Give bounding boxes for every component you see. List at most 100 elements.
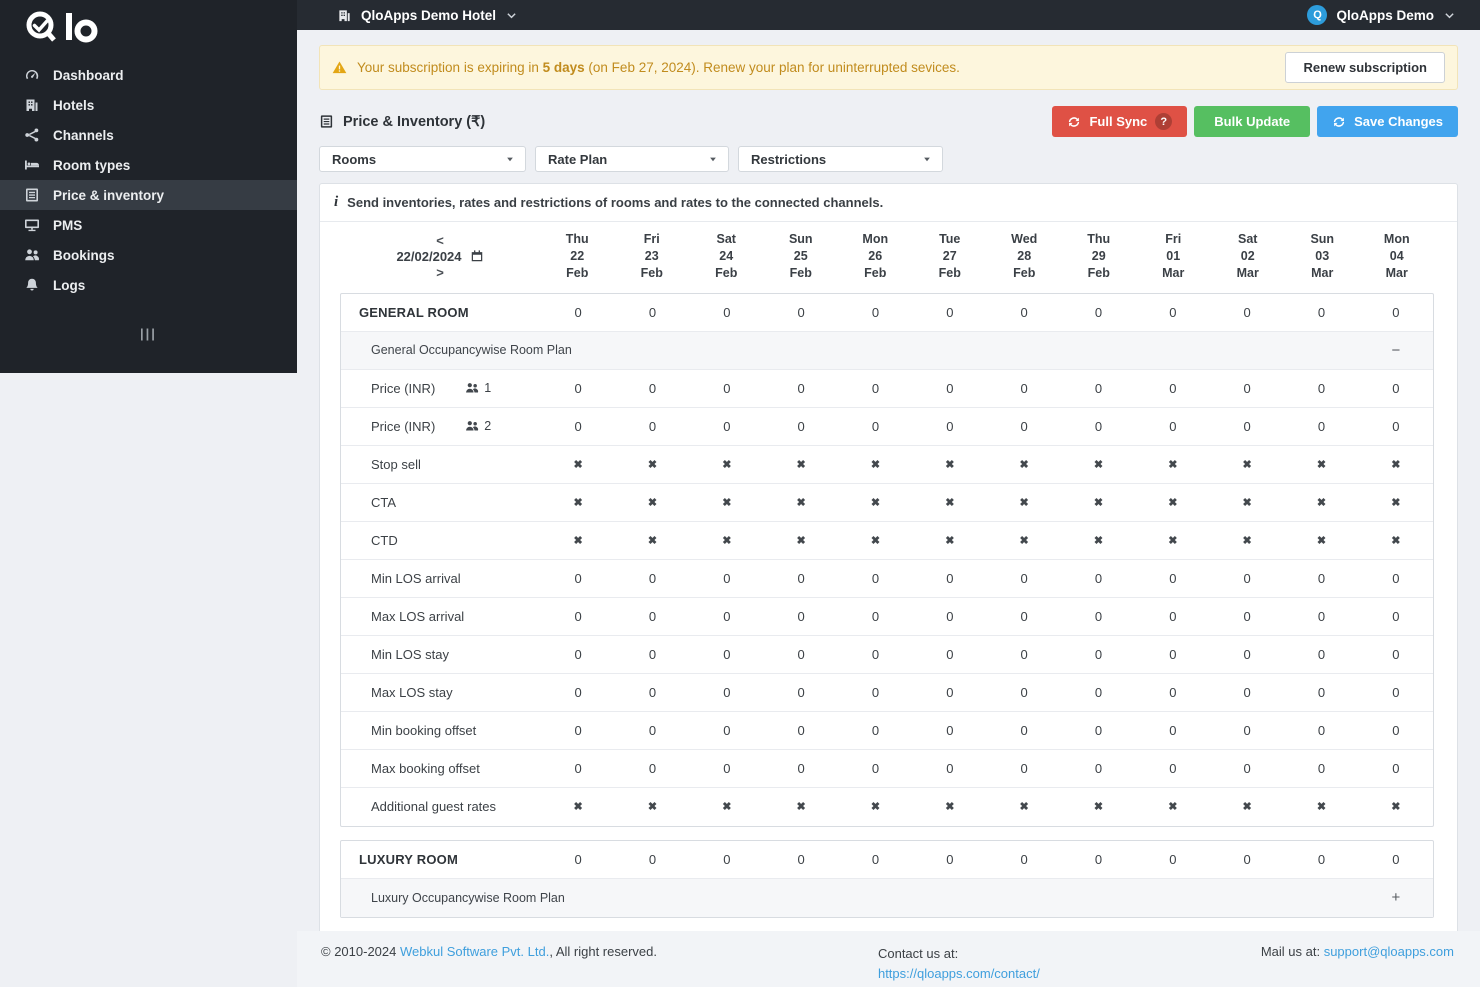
blocked-toggle-icon[interactable]: ✖	[764, 800, 838, 813]
sidebar-item-dashboard[interactable]: Dashboard	[0, 60, 297, 90]
value-cell[interactable]: 0	[541, 381, 615, 396]
qloapps-logo[interactable]	[0, 4, 297, 56]
sidebar-item-room-types[interactable]: Room types	[0, 150, 297, 180]
sidebar-item-hotels[interactable]: Hotels	[0, 90, 297, 120]
blocked-toggle-icon[interactable]: ✖	[690, 496, 764, 509]
blocked-toggle-icon[interactable]: ✖	[1359, 458, 1433, 471]
value-cell[interactable]: 0	[764, 685, 838, 700]
value-cell[interactable]: 0	[1210, 647, 1284, 662]
sidebar-item-bookings[interactable]: Bookings	[0, 240, 297, 270]
plan-toggle[interactable]: +	[1359, 889, 1433, 906]
value-cell[interactable]: 0	[913, 381, 987, 396]
blocked-toggle-icon[interactable]: ✖	[1061, 458, 1135, 471]
value-cell[interactable]: 0	[1136, 609, 1210, 624]
blocked-toggle-icon[interactable]: ✖	[615, 800, 689, 813]
inventory-cell[interactable]: 0	[1061, 305, 1135, 320]
value-cell[interactable]: 0	[764, 647, 838, 662]
blocked-toggle-icon[interactable]: ✖	[838, 800, 912, 813]
value-cell[interactable]: 0	[987, 419, 1061, 434]
blocked-toggle-icon[interactable]: ✖	[690, 458, 764, 471]
value-cell[interactable]: 0	[541, 609, 615, 624]
hotel-selector[interactable]: QloApps Demo Hotel	[337, 8, 518, 23]
value-cell[interactable]: 0	[615, 723, 689, 738]
blocked-toggle-icon[interactable]: ✖	[541, 800, 615, 813]
value-cell[interactable]: 0	[838, 571, 912, 586]
value-cell[interactable]: 0	[541, 761, 615, 776]
blocked-toggle-icon[interactable]: ✖	[615, 534, 689, 547]
value-cell[interactable]: 0	[690, 609, 764, 624]
value-cell[interactable]: 0	[987, 609, 1061, 624]
value-cell[interactable]: 0	[615, 419, 689, 434]
value-cell[interactable]: 0	[1284, 761, 1358, 776]
inventory-cell[interactable]: 0	[615, 305, 689, 320]
value-cell[interactable]: 0	[1210, 419, 1284, 434]
value-cell[interactable]: 0	[838, 723, 912, 738]
value-cell[interactable]: 0	[838, 685, 912, 700]
value-cell[interactable]: 0	[690, 761, 764, 776]
inventory-cell[interactable]: 0	[1136, 852, 1210, 867]
inventory-cell[interactable]: 0	[1136, 305, 1210, 320]
blocked-toggle-icon[interactable]: ✖	[1359, 534, 1433, 547]
value-cell[interactable]: 0	[615, 647, 689, 662]
value-cell[interactable]: 0	[1284, 419, 1358, 434]
blocked-toggle-icon[interactable]: ✖	[987, 496, 1061, 509]
sidebar-collapse-handle[interactable]: |||	[0, 326, 297, 341]
value-cell[interactable]: 0	[764, 571, 838, 586]
blocked-toggle-icon[interactable]: ✖	[1061, 800, 1135, 813]
inventory-cell[interactable]: 0	[690, 305, 764, 320]
value-cell[interactable]: 0	[1359, 761, 1433, 776]
blocked-toggle-icon[interactable]: ✖	[838, 458, 912, 471]
blocked-toggle-icon[interactable]: ✖	[913, 534, 987, 547]
value-cell[interactable]: 0	[913, 647, 987, 662]
value-cell[interactable]: 0	[1136, 419, 1210, 434]
value-cell[interactable]: 0	[1061, 723, 1135, 738]
sidebar-item-price-inventory[interactable]: Price & inventory	[0, 180, 297, 210]
inventory-cell[interactable]: 0	[1210, 305, 1284, 320]
value-cell[interactable]: 0	[541, 723, 615, 738]
value-cell[interactable]: 0	[1136, 761, 1210, 776]
value-cell[interactable]: 0	[1284, 685, 1358, 700]
webkul-link[interactable]: Webkul Software Pvt. Ltd.	[400, 944, 549, 959]
contact-link[interactable]: https://qloapps.com/contact/	[878, 966, 1040, 981]
inventory-cell[interactable]: 0	[838, 305, 912, 320]
value-cell[interactable]: 0	[1284, 647, 1358, 662]
value-cell[interactable]: 0	[1210, 571, 1284, 586]
blocked-toggle-icon[interactable]: ✖	[1136, 496, 1210, 509]
blocked-toggle-icon[interactable]: ✖	[1061, 496, 1135, 509]
value-cell[interactable]: 0	[1061, 571, 1135, 586]
blocked-toggle-icon[interactable]: ✖	[690, 800, 764, 813]
value-cell[interactable]: 0	[1210, 685, 1284, 700]
value-cell[interactable]: 0	[690, 723, 764, 738]
value-cell[interactable]: 0	[913, 685, 987, 700]
renew-subscription-button[interactable]: Renew subscription	[1285, 52, 1445, 83]
value-cell[interactable]: 0	[987, 761, 1061, 776]
inventory-cell[interactable]: 0	[690, 852, 764, 867]
bulk-update-button[interactable]: Bulk Update	[1194, 106, 1311, 137]
blocked-toggle-icon[interactable]: ✖	[1210, 534, 1284, 547]
restrictions-dropdown[interactable]: Restrictions	[738, 146, 943, 172]
value-cell[interactable]: 0	[1061, 609, 1135, 624]
inventory-cell[interactable]: 0	[541, 305, 615, 320]
sidebar-item-logs[interactable]: Logs	[0, 270, 297, 300]
mail-link[interactable]: support@qloapps.com	[1324, 944, 1454, 959]
blocked-toggle-icon[interactable]: ✖	[1284, 458, 1358, 471]
value-cell[interactable]: 0	[615, 609, 689, 624]
value-cell[interactable]: 0	[1284, 609, 1358, 624]
full-sync-button[interactable]: Full Sync ?	[1052, 106, 1188, 137]
value-cell[interactable]: 0	[764, 609, 838, 624]
next-date-button[interactable]: >	[428, 264, 452, 281]
blocked-toggle-icon[interactable]: ✖	[690, 534, 764, 547]
value-cell[interactable]: 0	[1359, 381, 1433, 396]
value-cell[interactable]: 0	[764, 419, 838, 434]
value-cell[interactable]: 0	[1284, 381, 1358, 396]
sidebar-item-pms[interactable]: PMS	[0, 210, 297, 240]
help-badge[interactable]: ?	[1155, 113, 1173, 130]
blocked-toggle-icon[interactable]: ✖	[541, 496, 615, 509]
rate-plan-dropdown[interactable]: Rate Plan	[535, 146, 729, 172]
blocked-toggle-icon[interactable]: ✖	[838, 534, 912, 547]
plan-toggle[interactable]: −	[1359, 342, 1433, 359]
inventory-cell[interactable]: 0	[1210, 852, 1284, 867]
blocked-toggle-icon[interactable]: ✖	[1210, 496, 1284, 509]
value-cell[interactable]: 0	[913, 723, 987, 738]
inventory-cell[interactable]: 0	[838, 852, 912, 867]
